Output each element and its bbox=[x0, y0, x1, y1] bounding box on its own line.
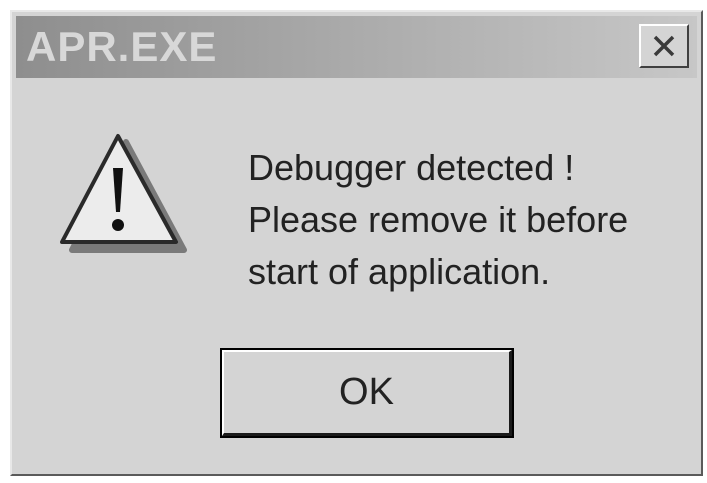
title-bar[interactable]: APR.EXE bbox=[16, 16, 697, 78]
message-line: Debugger detected ! bbox=[248, 147, 575, 188]
close-button[interactable] bbox=[639, 24, 689, 68]
warning-icon bbox=[58, 132, 188, 257]
window-title: APR.EXE bbox=[26, 23, 218, 70]
message-line: start of application. bbox=[248, 251, 551, 292]
message-text: Debugger detected ! Please remove it bef… bbox=[248, 142, 628, 298]
close-icon bbox=[651, 34, 677, 58]
message-dialog: APR.EXE Debugger detected ! Please remov… bbox=[10, 10, 703, 476]
ok-button-label: OK bbox=[339, 371, 394, 413]
ok-button[interactable]: OK bbox=[220, 348, 514, 438]
message-line: Please remove it before bbox=[248, 199, 629, 240]
